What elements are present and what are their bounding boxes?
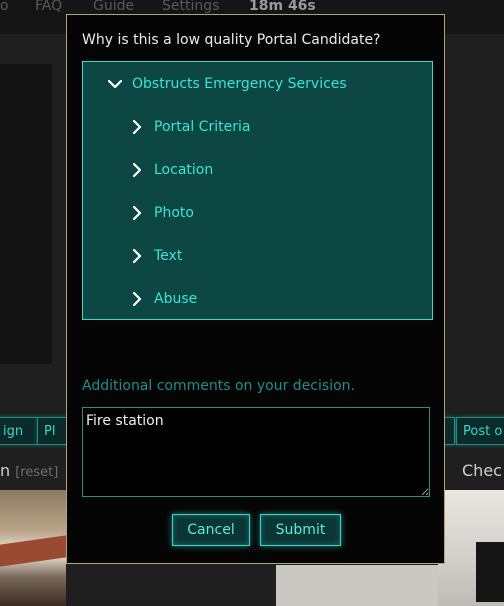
reason-tree: Obstructs Emergency Services Portal Crit… bbox=[82, 61, 433, 320]
map-photo-right[interactable] bbox=[438, 490, 504, 606]
nav-item-settings[interactable]: Settings bbox=[162, 0, 219, 14]
reason-label: Location bbox=[154, 162, 214, 178]
reason-label: Text bbox=[154, 248, 183, 264]
bg-label-left: n [reset] bbox=[0, 461, 58, 480]
reason-label: Obstructs Emergency Services bbox=[132, 76, 347, 92]
candidate-photo[interactable] bbox=[0, 490, 66, 606]
reason-label: Abuse bbox=[154, 291, 198, 307]
chevron-right-icon bbox=[128, 204, 146, 222]
timer: 18m 46s bbox=[249, 0, 316, 14]
chevron-right-icon bbox=[128, 290, 146, 308]
reset-link[interactable]: [reset] bbox=[15, 465, 58, 480]
nav-item-faq[interactable]: FAQ bbox=[35, 0, 62, 14]
reason-label: Portal Criteria bbox=[154, 119, 251, 135]
rejection-modal: Why is this a low quality Portal Candida… bbox=[66, 14, 445, 564]
chevron-right-icon bbox=[128, 247, 146, 265]
reason-text[interactable]: Text bbox=[128, 245, 182, 267]
chevron-down-icon bbox=[106, 75, 124, 93]
chevron-right-icon bbox=[128, 118, 146, 136]
cancel-button[interactable]: Cancel bbox=[172, 514, 250, 546]
chevron-right-icon bbox=[128, 161, 146, 179]
map-panel[interactable] bbox=[276, 565, 438, 606]
reason-portal-criteria[interactable]: Portal Criteria bbox=[128, 116, 250, 138]
nav-item-0[interactable]: o bbox=[0, 0, 9, 14]
reason-photo[interactable]: Photo bbox=[128, 202, 194, 224]
bg-button-pl[interactable]: Pl bbox=[37, 417, 69, 445]
bg-label-right: Chec bbox=[462, 461, 502, 480]
reason-abuse[interactable]: Abuse bbox=[128, 288, 197, 310]
reason-label: Photo bbox=[154, 205, 194, 221]
bg-label-text: n bbox=[0, 461, 11, 480]
reason-location[interactable]: Location bbox=[128, 159, 213, 181]
nav-item-guide[interactable]: Guide bbox=[93, 0, 134, 14]
modal-title: Why is this a low quality Portal Candida… bbox=[82, 32, 381, 48]
bg-button-post[interactable]: Post o bbox=[456, 417, 504, 445]
submit-button[interactable]: Submit bbox=[260, 514, 341, 546]
bg-button-ign[interactable]: ign bbox=[0, 417, 38, 445]
reason-obstructs-emergency-services[interactable]: Obstructs Emergency Services bbox=[106, 73, 347, 95]
background-image-panel bbox=[0, 64, 52, 364]
comments-label: Additional comments on your decision. bbox=[82, 378, 355, 394]
comments-textarea[interactable]: Fire station bbox=[82, 407, 430, 497]
